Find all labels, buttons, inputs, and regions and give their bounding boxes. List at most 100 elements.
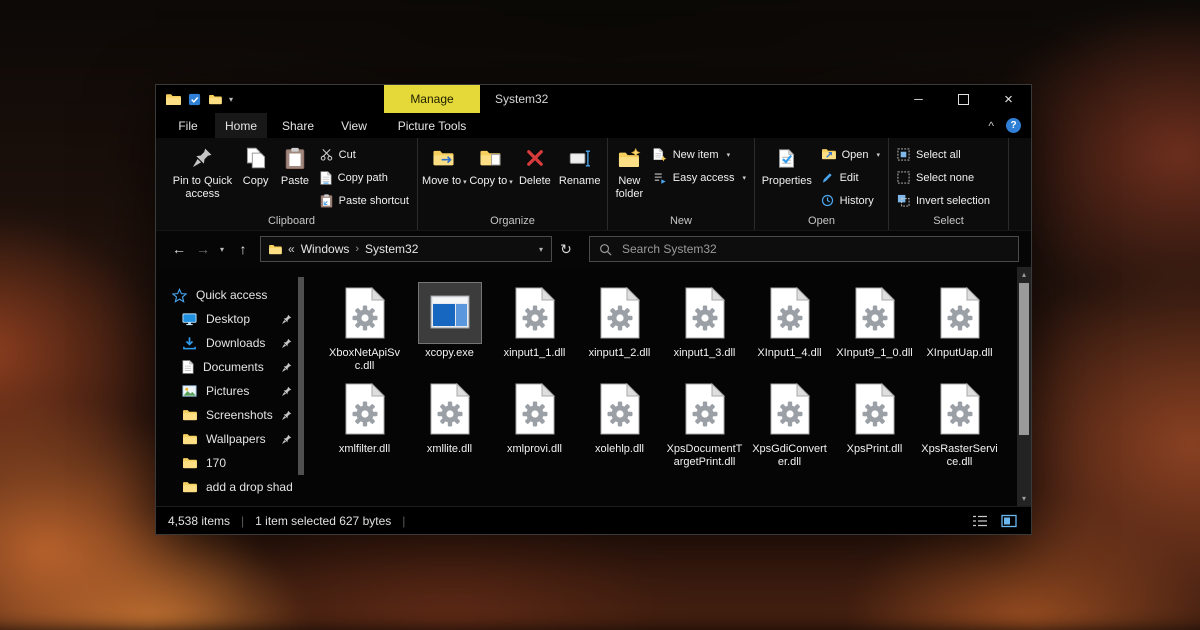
- tab-share[interactable]: Share: [273, 113, 323, 138]
- dll-file-icon: [343, 287, 387, 339]
- quick-access-label: Quick access: [196, 288, 267, 302]
- cut-button[interactable]: Cut: [316, 143, 413, 166]
- manage-tab[interactable]: Manage: [384, 85, 480, 113]
- file-name: XpsGdiConverter.dll: [751, 443, 829, 469]
- minimize-button[interactable]: ─: [896, 85, 941, 113]
- sidebar-item-quick-access[interactable]: Quick access: [156, 283, 304, 307]
- file-tile[interactable]: xolehlp.dll: [577, 375, 662, 469]
- scroll-up-icon[interactable]: ▴: [1017, 267, 1031, 282]
- back-button[interactable]: ←: [166, 236, 192, 262]
- file-tile[interactable]: XInputUap.dll: [917, 279, 1002, 373]
- ribbon-strip-tools: ^ ?: [988, 113, 1021, 138]
- content-scrollbar[interactable]: ▴ ▾: [1017, 267, 1031, 506]
- pin-to-quick-access-button[interactable]: Pin to Quick access: [170, 141, 235, 214]
- file-list-area: XboxNetApiSvc.dll xcopy.exe xinput1_1.dl…: [304, 267, 1017, 506]
- file-tile[interactable]: xinput1_1.dll: [492, 279, 577, 373]
- sidebar-item-170[interactable]: 170: [156, 451, 304, 475]
- copy-to-folder-icon: [479, 149, 503, 168]
- invert-selection-button[interactable]: Invert selection: [893, 189, 994, 212]
- copy-button[interactable]: Copy: [237, 141, 274, 214]
- close-button[interactable]: ×: [986, 85, 1031, 113]
- ribbon: Pin to Quick access Copy Paste Cut: [156, 138, 1031, 231]
- file-tile[interactable]: XboxNetApiSvc.dll: [322, 279, 407, 373]
- scroll-down-icon[interactable]: ▾: [1017, 491, 1031, 506]
- file-tile[interactable]: XpsGdiConverter.dll: [747, 375, 832, 469]
- breadcrumb-system32[interactable]: System32: [365, 242, 418, 256]
- file-name: XInput1_4.dll: [751, 347, 829, 360]
- file-tile[interactable]: xinput1_2.dll: [577, 279, 662, 373]
- scrollbar-thumb[interactable]: [1019, 283, 1029, 435]
- open-button[interactable]: Open ▾: [817, 143, 884, 166]
- downloads-label: Downloads: [206, 336, 265, 350]
- search-box[interactable]: [589, 236, 1019, 262]
- maximize-button[interactable]: [941, 85, 986, 113]
- ribbon-group-clipboard: Pin to Quick access Copy Paste Cut: [166, 138, 418, 230]
- maximize-icon: [958, 94, 969, 105]
- new-item-dropdown-icon: ▾: [727, 151, 731, 159]
- move-to-button[interactable]: Move to▾: [422, 141, 467, 214]
- new-group-label: New: [610, 214, 752, 230]
- edit-button[interactable]: Edit: [817, 166, 884, 189]
- collapse-ribbon-icon[interactable]: ^: [988, 119, 994, 133]
- sidebar-scrollbar[interactable]: [298, 277, 304, 475]
- recent-locations-button[interactable]: ▾: [214, 236, 230, 262]
- customize-toolbar-chevron-icon[interactable]: ▾: [229, 95, 233, 104]
- properties-button[interactable]: Properties: [759, 141, 815, 214]
- file-tile[interactable]: xmlprovi.dll: [492, 375, 577, 469]
- details-view-button[interactable]: [970, 512, 990, 530]
- sidebar-item-screenshots[interactable]: Screenshots: [156, 403, 304, 427]
- documents-icon: [182, 360, 194, 374]
- open-group-label: Open: [757, 214, 886, 230]
- file-tile[interactable]: xinput1_3.dll: [662, 279, 747, 373]
- select-all-button[interactable]: Select all: [893, 143, 994, 166]
- open-icon: [821, 148, 836, 161]
- file-tile[interactable]: xmlfilter.dll: [322, 375, 407, 469]
- exe-file-icon: [428, 287, 472, 339]
- rename-button[interactable]: Rename: [556, 141, 603, 214]
- file-tile[interactable]: XInput1_4.dll: [747, 279, 832, 373]
- easy-access-button[interactable]: Easy access ▾: [649, 166, 750, 189]
- breadcrumb-windows[interactable]: Windows: [301, 242, 350, 256]
- help-icon[interactable]: ?: [1006, 118, 1021, 133]
- tab-picture-tools[interactable]: Picture Tools: [385, 113, 479, 138]
- delete-button[interactable]: Delete: [515, 141, 554, 214]
- tab-view[interactable]: View: [329, 113, 379, 138]
- copy-to-button[interactable]: Copy to▾: [469, 141, 514, 214]
- file-tile[interactable]: XpsDocumentTargetPrint.dll: [662, 375, 747, 469]
- sidebar-item-wallpapers[interactable]: Wallpapers: [156, 427, 304, 451]
- dll-file-icon: [428, 383, 472, 435]
- address-bar[interactable]: « Windows › System32 ▾: [260, 236, 552, 262]
- pin-icon: [191, 147, 213, 169]
- select-none-button[interactable]: Select none: [893, 166, 994, 189]
- file-tile[interactable]: XpsPrint.dll: [832, 375, 917, 469]
- new-item-button[interactable]: New item ▾: [649, 143, 750, 166]
- search-input[interactable]: [620, 241, 1009, 257]
- file-tile[interactable]: XpsRasterService.dll: [917, 375, 1002, 469]
- tab-file[interactable]: File: [169, 113, 207, 138]
- crumb-overflow-button[interactable]: «: [288, 242, 295, 256]
- thumbnails-view-button[interactable]: [999, 512, 1019, 530]
- file-tile[interactable]: xmllite.dll: [407, 375, 492, 469]
- refresh-button[interactable]: ↻: [552, 236, 580, 262]
- paste-shortcut-button[interactable]: Paste shortcut: [316, 189, 413, 212]
- add-a-drop-shad-label: add a drop shad: [206, 480, 293, 494]
- properties-toolbar-icon[interactable]: [188, 93, 201, 106]
- sidebar-item-add-a-drop-shad[interactable]: add a drop shad: [156, 475, 304, 499]
- up-button[interactable]: ↑: [230, 236, 256, 262]
- history-button[interactable]: History: [817, 189, 884, 212]
- paste-button[interactable]: Paste: [276, 141, 313, 214]
- file-tile-selected[interactable]: xcopy.exe: [407, 279, 492, 373]
- tab-home[interactable]: Home: [215, 113, 267, 138]
- sidebar-item-documents[interactable]: Documents: [156, 355, 304, 379]
- address-dropdown-icon[interactable]: ▾: [536, 245, 546, 254]
- sidebar-item-pictures[interactable]: Pictures: [156, 379, 304, 403]
- up-icon: ↑: [240, 241, 247, 257]
- forward-button[interactable]: →: [192, 236, 214, 262]
- new-folder-button[interactable]: New folder: [612, 141, 647, 214]
- items-count: 4,538 items: [168, 514, 230, 528]
- sidebar-item-desktop[interactable]: Desktop: [156, 307, 304, 331]
- sidebar-item-downloads[interactable]: Downloads: [156, 331, 304, 355]
- copy-path-button[interactable]: Copy path: [316, 166, 413, 189]
- new-folder-toolbar-icon[interactable]: [208, 94, 222, 105]
- file-tile[interactable]: XInput9_1_0.dll: [832, 279, 917, 373]
